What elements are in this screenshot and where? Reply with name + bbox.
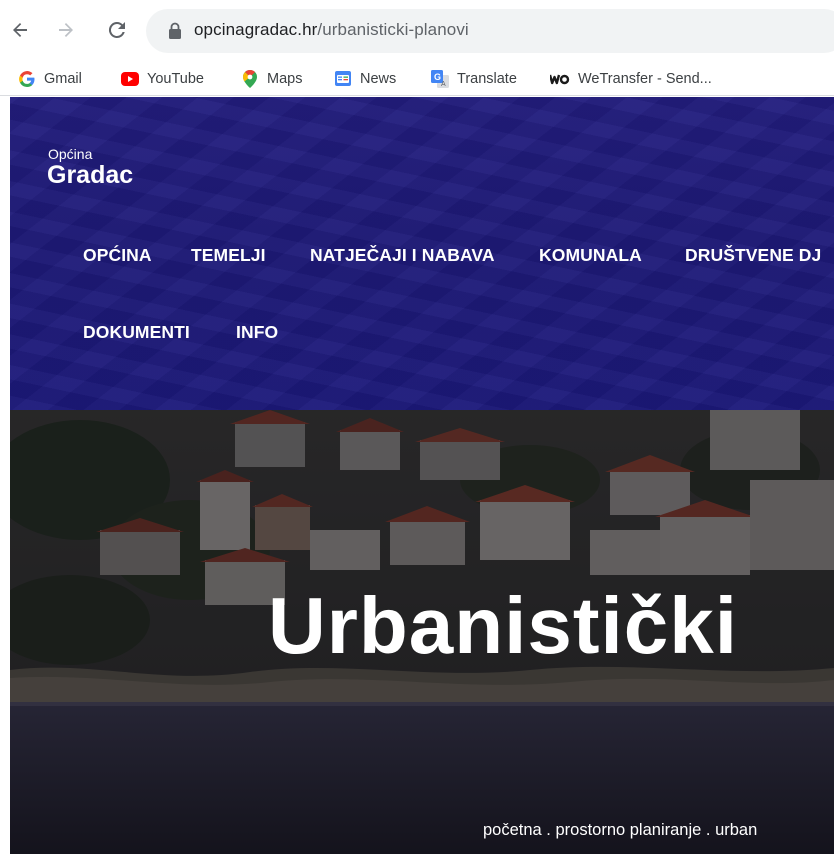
reload-icon	[108, 21, 125, 38]
site-logo-title[interactable]: Gradac	[47, 161, 133, 190]
forward-button[interactable]	[51, 15, 81, 45]
back-arrow-icon	[13, 23, 27, 37]
address-bar[interactable]: opcinagradac.hr/urbanisticki-planovi	[146, 9, 834, 53]
bookmark-label: Maps	[267, 71, 303, 87]
bookmarks-bar: Gmail YouTube Maps News G A Translate We…	[0, 62, 834, 96]
forward-arrow-icon	[59, 23, 73, 37]
news-icon	[334, 70, 352, 88]
url-path: /urbanisticki-planovi	[317, 20, 469, 39]
page-title: Urbanistički	[268, 581, 738, 670]
bookmark-translate[interactable]: G A Translate	[431, 69, 517, 89]
bookmark-label: WeTransfer - Send...	[578, 71, 712, 87]
browser-toolbar: opcinagradac.hr/urbanisticki-planovi	[0, 0, 834, 62]
url-text: opcinagradac.hr/urbanisticki-planovi	[194, 20, 469, 40]
hero-banner: Urbanistički početna . prostorno planira…	[10, 410, 834, 854]
bookmark-gmail[interactable]: Gmail	[18, 69, 82, 89]
svg-text:A: A	[441, 81, 446, 88]
menu-item-info[interactable]: INFO	[236, 322, 278, 343]
bookmark-wetransfer[interactable]: WeTransfer - Send...	[550, 69, 712, 89]
lock-icon	[169, 22, 181, 39]
menu-item-drustvene-djelatnosti[interactable]: DRUŠTVENE DJ	[685, 245, 821, 266]
bookmark-youtube[interactable]: YouTube	[121, 69, 204, 89]
breadcrumb[interactable]: početna . prostorno planiranje . urban	[483, 821, 757, 840]
reload-button[interactable]	[102, 15, 132, 45]
youtube-icon	[121, 70, 139, 88]
website-viewport: Općina Gradac OPĆINA TEMELJI NATJEČAJI I…	[10, 97, 834, 854]
menu-item-temelji[interactable]: TEMELJI	[191, 245, 266, 266]
bookmark-label: Gmail	[44, 71, 82, 87]
wetransfer-icon	[550, 70, 570, 88]
bookmark-label: YouTube	[147, 71, 204, 87]
menu-item-dokumenti[interactable]: DOKUMENTI	[83, 322, 190, 343]
menu-item-opcina[interactable]: OPĆINA	[83, 245, 152, 266]
svg-text:G: G	[434, 72, 441, 82]
bookmark-label: News	[360, 71, 397, 87]
menu-item-natjecaji-i-nabava[interactable]: NATJEČAJI I NABAVA	[310, 245, 495, 266]
back-button[interactable]	[5, 15, 35, 45]
menu-item-komunala[interactable]: KOMUNALA	[539, 245, 642, 266]
bookmark-maps[interactable]: Maps	[241, 69, 302, 89]
google-icon	[18, 70, 36, 88]
url-domain: opcinagradac.hr	[194, 20, 318, 39]
site-header: Općina Gradac OPĆINA TEMELJI NATJEČAJI I…	[10, 97, 834, 410]
translate-icon: G A	[431, 70, 449, 88]
maps-icon	[241, 70, 259, 88]
bookmark-news[interactable]: News	[334, 69, 396, 89]
site-logo-subtitle[interactable]: Općina	[48, 146, 92, 162]
bookmark-label: Translate	[457, 71, 517, 87]
